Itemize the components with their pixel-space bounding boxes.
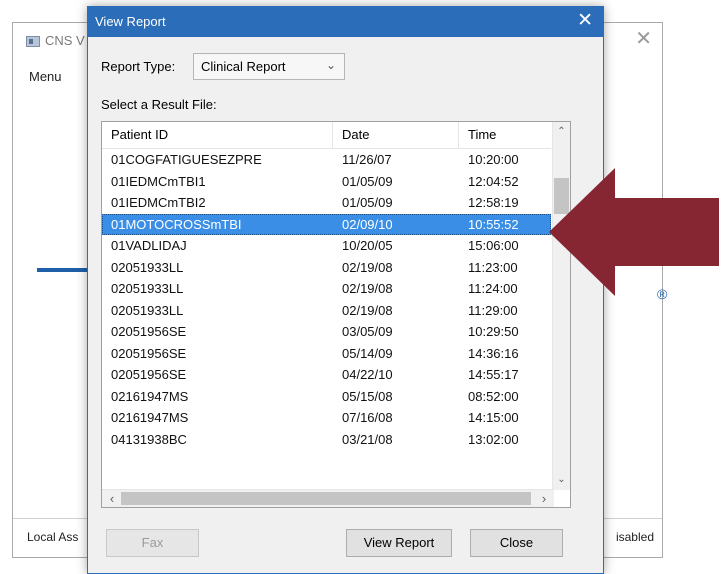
cell-time: 12:58:19	[468, 195, 519, 210]
view-report-dialog: View Report ✕ Report Type: Clinical Repo…	[87, 6, 604, 574]
table-row[interactable]: 02051956SE 03/05/09 10:29:50	[102, 321, 551, 343]
report-type-select[interactable]: Clinical Report ⌄	[193, 53, 345, 80]
cell-date: 02/19/08	[342, 259, 393, 275]
cell-date: 11/26/07	[342, 152, 392, 167]
cell-time: 10:55:52	[468, 216, 519, 232]
report-type-value: Clinical Report	[201, 59, 286, 74]
cell-time: 14:15:00	[468, 410, 519, 425]
table-row[interactable]: 02161947MS 05/15/08 08:52:00	[102, 386, 551, 408]
cell-time: 14:55:17	[468, 367, 519, 382]
background-window-title: CNS V	[45, 33, 85, 48]
table-row-selected[interactable]: 01MOTOCROSSmTBI 02/09/10 10:55:52	[102, 213, 551, 235]
column-header-patient-id[interactable]: Patient ID	[102, 122, 333, 148]
cell-time: 13:02:00	[468, 431, 519, 447]
chevron-down-icon: ⌄	[325, 58, 336, 72]
cell-patient-id: 04131938BC	[111, 431, 187, 447]
background-close-icon[interactable]: ✕	[635, 29, 652, 49]
table-row[interactable]: 01VADLIDAJ 10/20/05 15:06:00	[102, 235, 551, 257]
cell-time: 10:20:00	[468, 152, 519, 167]
cell-patient-id: 01IEDMCmTBI1	[111, 173, 206, 189]
column-header-date[interactable]: Date	[333, 122, 459, 148]
table-row[interactable]: 02051956SE 04/22/10 14:55:17	[102, 364, 551, 386]
cell-patient-id: 01VADLIDAJ	[111, 238, 187, 253]
cell-time: 11:23:00	[468, 259, 518, 275]
cell-patient-id: 02051933LL	[111, 281, 184, 296]
cell-date: 10/20/05	[342, 238, 393, 253]
fax-button[interactable]: Fax	[106, 529, 199, 557]
result-file-list[interactable]: Patient ID Date Time 01COGFATIGUESEZPRE 1…	[101, 121, 571, 508]
cell-date: 03/21/08	[342, 431, 393, 447]
cell-time: 14:36:16	[468, 345, 519, 361]
pointer-arrow-icon	[549, 168, 719, 296]
cell-patient-id: 01IEDMCmTBI2	[111, 195, 206, 210]
cell-patient-id: 02161947MS	[111, 410, 189, 425]
status-right-text: isabled	[615, 530, 654, 544]
status-left-text: Local Ass	[27, 530, 79, 544]
table-row[interactable]: 02161947MS 07/16/08 14:15:00	[102, 407, 551, 429]
cell-patient-id: 01MOTOCROSSmTBI	[111, 216, 242, 232]
cell-date: 03/05/09	[342, 324, 393, 339]
cell-patient-id: 02051956SE	[111, 345, 187, 361]
table-row[interactable]: 01COGFATIGUESEZPRE 11/26/07 10:20:00	[102, 149, 551, 171]
table-row[interactable]: 01IEDMCmTBI1 01/05/09 12:04:52	[102, 171, 551, 193]
cell-patient-id: 02051956SE	[111, 367, 187, 382]
column-header-time[interactable]: Time	[459, 122, 551, 148]
table-row[interactable]: 02051933LL 02/19/08 11:24:00	[102, 278, 551, 300]
scroll-down-icon[interactable]: ⌄	[553, 472, 570, 488]
report-type-label: Report Type:	[101, 59, 176, 74]
close-button[interactable]: Close	[470, 529, 563, 557]
horizontal-scroll-thumb[interactable]	[121, 492, 531, 505]
menu-item[interactable]: Menu	[29, 69, 62, 84]
scroll-up-icon[interactable]: ⌃	[553, 124, 570, 140]
close-icon[interactable]: ✕	[577, 10, 593, 32]
cell-date: 07/16/08	[342, 410, 393, 425]
cell-time: 10:29:50	[468, 324, 519, 339]
cell-date: 05/15/08	[342, 388, 393, 404]
cell-date: 04/22/10	[342, 367, 393, 382]
scroll-left-icon[interactable]: ‹	[104, 490, 120, 507]
cell-patient-id: 02051933LL	[111, 259, 184, 275]
list-rows: 01COGFATIGUESEZPRE 11/26/07 10:20:00 01IEDM…	[102, 149, 551, 459]
cell-patient-id: 01COGFATIGUESEZPRE	[111, 152, 262, 167]
cell-patient-id: 02051956SE	[111, 324, 187, 339]
horizontal-scrollbar[interactable]: ‹ ›	[102, 489, 554, 507]
cell-time: 12:04:52	[468, 173, 519, 189]
table-row[interactable]: 04131938BC 03/21/08 13:02:00	[102, 429, 551, 451]
select-file-label: Select a Result File:	[101, 97, 217, 112]
table-row[interactable]: 02051956SE 05/14/09 14:36:16	[102, 343, 551, 365]
app-icon	[26, 36, 40, 47]
table-row[interactable]: 02051933LL 02/19/08 11:23:00	[102, 257, 551, 279]
cell-time: 11:24:00	[468, 281, 518, 296]
dialog-title-bar[interactable]: View Report ✕	[88, 7, 603, 37]
cell-date: 01/05/09	[342, 173, 393, 189]
list-header: Patient ID Date Time	[102, 122, 551, 149]
cell-time: 15:06:00	[468, 238, 519, 253]
dialog-title: View Report	[95, 14, 166, 29]
view-report-button[interactable]: View Report	[346, 529, 452, 557]
cell-date: 02/19/08	[342, 302, 393, 318]
cell-date: 02/09/10	[342, 216, 393, 232]
cell-date: 05/14/09	[342, 345, 393, 361]
table-row[interactable]: 01IEDMCmTBI2 01/05/09 12:58:19	[102, 192, 551, 214]
scroll-right-icon[interactable]: ›	[536, 490, 552, 507]
table-row[interactable]: 02051933LL 02/19/08 11:29:00	[102, 300, 551, 322]
cell-patient-id: 02051933LL	[111, 302, 184, 318]
cell-date: 02/19/08	[342, 281, 393, 296]
cell-patient-id: 02161947MS	[111, 388, 189, 404]
cell-time: 08:52:00	[468, 388, 519, 404]
cell-date: 01/05/09	[342, 195, 393, 210]
cell-time: 11:29:00	[468, 302, 518, 318]
